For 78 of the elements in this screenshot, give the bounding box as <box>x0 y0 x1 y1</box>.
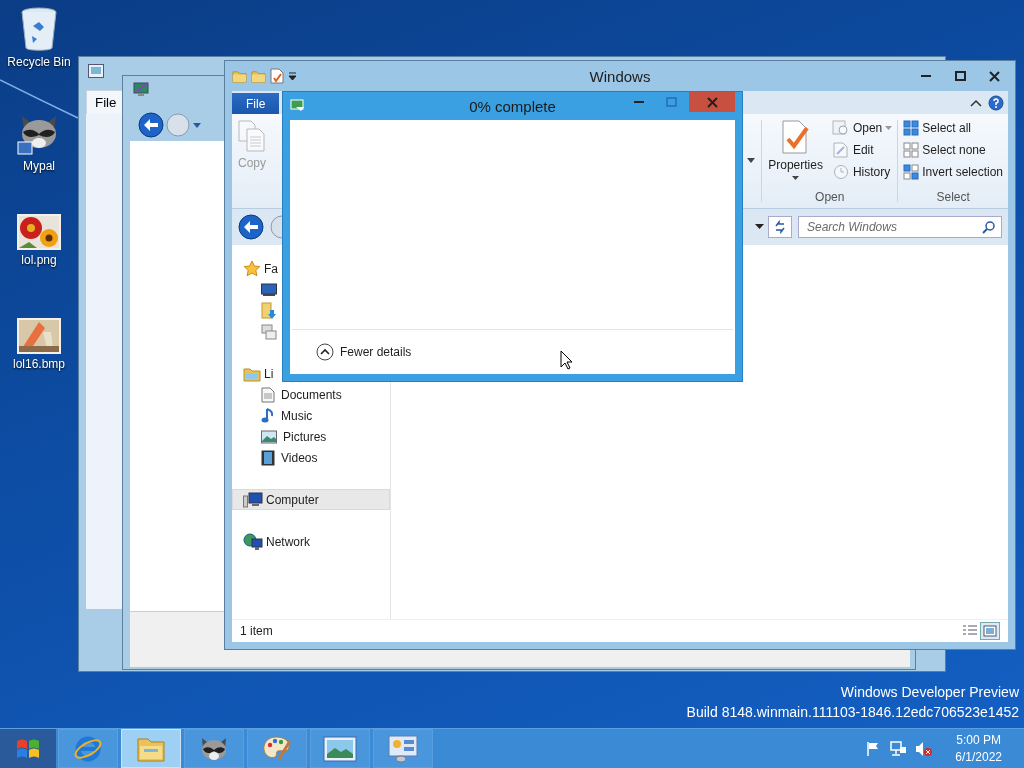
minimize-icon <box>634 100 644 104</box>
maximize-icon <box>665 97 677 107</box>
nav-item[interactable]: Pictures <box>232 426 390 447</box>
large-icons-view-button[interactable] <box>980 622 1000 640</box>
clock-icon <box>831 164 850 180</box>
caret-icon <box>792 176 800 181</box>
grid-squares-icon <box>903 120 920 136</box>
build-info-text: Build 8148.winmain.111103-1846.12edc706523e1452 <box>686 704 1019 720</box>
nav-item[interactable]: Computer <box>232 489 390 510</box>
caret-icon <box>885 125 893 131</box>
monitor-icon <box>133 81 149 97</box>
group-label: Select <box>935 190 971 206</box>
search-field[interactable]: Search Windows <box>798 216 1002 238</box>
desktop-icon-label[interactable]: Recycle Bin <box>7 55 71 69</box>
window-title: Windows <box>589 68 651 85</box>
close-icon <box>988 70 1000 82</box>
taskbar-button[interactable] <box>184 729 244 768</box>
thumbnail-icon <box>983 625 997 637</box>
folder-icon <box>232 68 247 84</box>
dialog-title: 0% complete <box>469 98 556 115</box>
library-folder-icon <box>243 365 261 382</box>
computer-icon <box>243 491 263 508</box>
refresh-icon <box>773 220 787 234</box>
open-window-icon <box>831 120 850 136</box>
picture-window-icon <box>88 64 104 78</box>
document-icon <box>261 386 275 403</box>
checked-document-icon <box>780 120 811 154</box>
properties-button[interactable]: Properties <box>766 118 825 190</box>
download-folder-icon <box>261 301 277 320</box>
fewer-details-button[interactable]: Fewer details <box>316 343 412 361</box>
mouse-pointer-icon <box>560 350 573 370</box>
close-icon <box>706 96 718 108</box>
copy-progress-icon <box>290 99 306 113</box>
desktop-icon-label[interactable]: lol.png <box>21 253 57 267</box>
help-icon[interactable] <box>988 95 1004 111</box>
recent-places-icon <box>261 323 277 340</box>
maximize-icon <box>954 71 966 81</box>
search-icon <box>982 221 995 234</box>
landscape-image-icon <box>261 429 277 444</box>
list-icon <box>963 625 977 637</box>
network-globe-icon <box>243 532 263 551</box>
nav-item[interactable]: Documents <box>232 384 390 405</box>
group-label: Open <box>814 190 846 206</box>
start-button[interactable] <box>0 729 56 768</box>
minimize-icon <box>921 74 931 78</box>
grid-squares-icon <box>903 142 920 158</box>
edit-document-icon <box>831 142 850 158</box>
caret-icon[interactable] <box>288 71 297 81</box>
control-panel-icon <box>387 733 419 764</box>
chevron-up-icon[interactable] <box>970 98 982 108</box>
music-note-icon <box>261 407 275 424</box>
chevron-up-icon <box>316 343 334 361</box>
desktop-icon-label[interactable]: lol16.bmp <box>13 357 65 371</box>
muted-speaker-icon[interactable] <box>915 740 934 757</box>
folder-icon <box>251 68 266 84</box>
ribbon-command[interactable]: Select none <box>902 140 1004 160</box>
desktop-icon-label[interactable]: Mypal <box>23 159 55 173</box>
nav-item[interactable]: Videos <box>232 447 390 468</box>
nav-item[interactable]: Music <box>232 405 390 426</box>
copy-pages-icon <box>238 120 266 152</box>
ribbon-command[interactable]: Invert selection <box>902 162 1004 182</box>
properties-icon[interactable] <box>270 68 284 84</box>
star-icon <box>243 259 261 278</box>
build-info-text: Windows Developer Preview <box>840 684 1019 700</box>
file-tab[interactable]: File <box>232 93 280 114</box>
photo-frame-icon <box>323 735 357 762</box>
caret-icon[interactable] <box>755 224 764 230</box>
ribbon-command[interactable]: Select all <box>902 118 1004 138</box>
film-strip-icon <box>261 449 275 466</box>
refresh-button[interactable] <box>768 216 792 238</box>
monitor-icon <box>261 282 277 297</box>
network-icon[interactable] <box>889 740 908 757</box>
item-count: 1 item <box>240 624 273 638</box>
clock[interactable]: 5:00 PM 6/1/2022 <box>941 733 1002 764</box>
caret-icon[interactable] <box>747 158 756 164</box>
grid-squares-icon <box>903 164 920 180</box>
recycle-bin-icon <box>19 6 59 52</box>
nav-item[interactable]: Network <box>232 531 390 552</box>
